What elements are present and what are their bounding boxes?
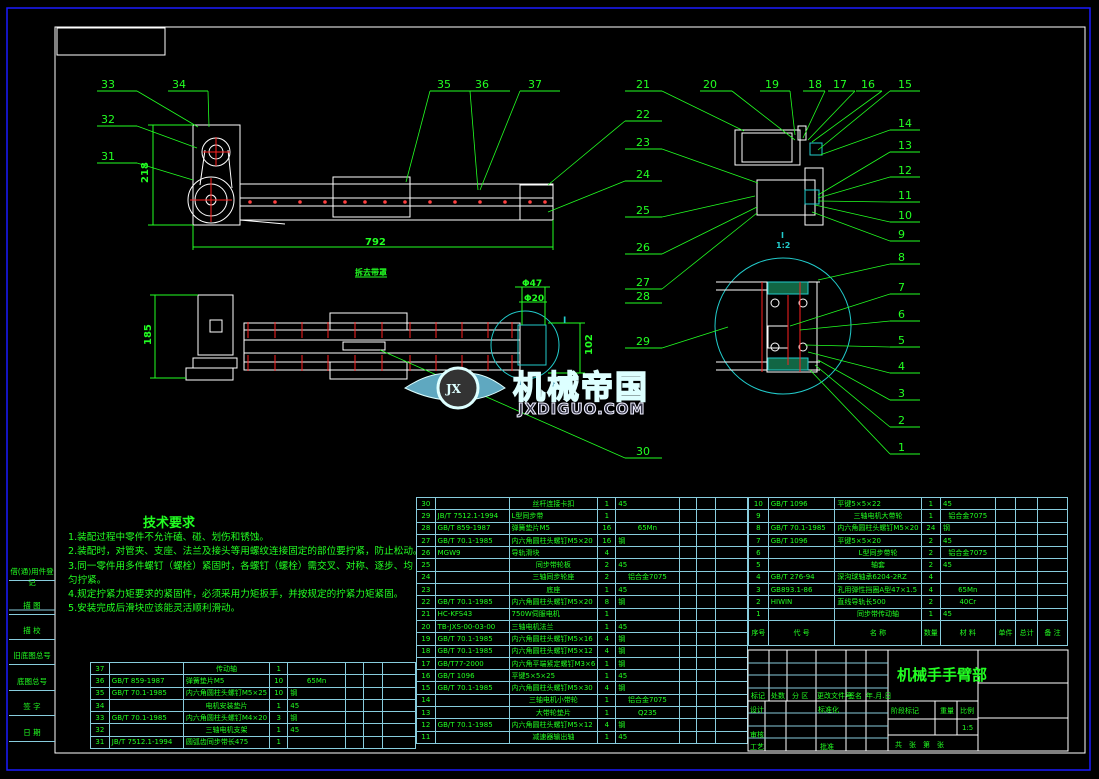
title-block-standardization: 标准化: [818, 706, 839, 714]
title-block-1: 处数: [771, 692, 785, 700]
title-block-lines: [9, 609, 1069, 752]
title-block-approve: 批准: [820, 743, 834, 751]
title-block-5: 年.月.日: [866, 692, 892, 700]
title-block-scale: 1:5: [962, 724, 974, 732]
title-block-2: 分 区: [792, 692, 809, 700]
title-block-design: 设计: [750, 706, 764, 714]
drawing-title: 机械手手臂部: [897, 666, 988, 684]
title-block-process: 工艺: [750, 743, 764, 751]
title-block-4: 签名: [848, 692, 862, 700]
title-block-weight: 重量: [940, 707, 954, 715]
title-block-3: 更改文件号: [817, 692, 852, 700]
title-block-review: 审核: [750, 731, 764, 739]
title-block-sheets: 共 张 第 张: [895, 741, 944, 749]
title-block-scale_label: 比例: [960, 707, 974, 715]
title-block-stage_mark: 阶段标记: [891, 707, 919, 715]
title-block-0: 标记: [751, 692, 765, 700]
